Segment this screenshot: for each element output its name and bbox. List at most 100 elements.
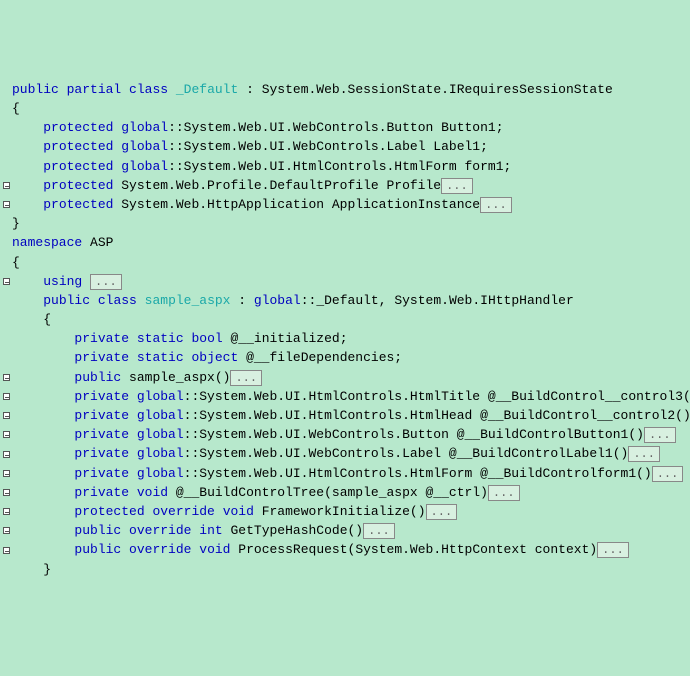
code-line: private static bool @__initialized; [0, 329, 690, 348]
fold-collapse-icon[interactable] [3, 489, 10, 496]
code-text: @__fileDependencies; [238, 350, 402, 365]
code-text [129, 485, 137, 500]
line-content: { [12, 99, 20, 119]
code-text [121, 523, 129, 538]
code-line: public sample_aspx()... [0, 368, 690, 387]
code-line: private global::System.Web.UI.HtmlContro… [0, 387, 690, 406]
code-text [12, 197, 43, 212]
line-content: public class sample_aspx : global::_Defa… [12, 291, 574, 311]
collapsed-region[interactable]: ... [90, 274, 122, 290]
collapsed-region[interactable]: ... [488, 485, 520, 501]
line-content: } [12, 214, 20, 234]
code-line: public class sample_aspx : global::_Defa… [0, 291, 690, 310]
gutter [0, 374, 12, 381]
code-text [12, 523, 74, 538]
keyword: private [74, 389, 129, 404]
code-text: ::System.Web.UI.WebControls.Button @__Bu… [184, 427, 644, 442]
code-text [12, 427, 74, 442]
code-line: using ... [0, 272, 690, 291]
code-line: public override int GetTypeHashCode()... [0, 521, 690, 540]
collapsed-region[interactable]: ... [628, 446, 660, 462]
collapsed-region[interactable]: ... [652, 466, 684, 482]
code-text [82, 274, 90, 289]
code-text: ASP [82, 235, 113, 250]
keyword: public [74, 523, 121, 538]
fold-collapse-icon[interactable] [3, 508, 10, 515]
keyword: using [43, 274, 82, 289]
collapsed-region[interactable]: ... [426, 504, 458, 520]
code-line: protected System.Web.HttpApplication App… [0, 195, 690, 214]
keyword: private [74, 485, 129, 500]
code-line: protected override void FrameworkInitial… [0, 502, 690, 521]
line-content: namespace ASP [12, 233, 113, 253]
code-text: ::System.Web.UI.WebControls.Label @__Bui… [184, 446, 629, 461]
keyword: global [137, 389, 184, 404]
code-text [191, 542, 199, 557]
code-line: namespace ASP [0, 234, 690, 253]
keyword: int [199, 523, 222, 538]
fold-collapse-icon[interactable] [3, 431, 10, 438]
gutter [0, 547, 12, 554]
keyword: public [74, 542, 121, 557]
code-line: public partial class _Default : System.W… [0, 80, 690, 99]
keyword: override [152, 504, 214, 519]
code-text [191, 523, 199, 538]
fold-collapse-icon[interactable] [3, 374, 10, 381]
code-text: sample_aspx() [121, 370, 230, 385]
code-text [129, 350, 137, 365]
line-content: private static bool @__initialized; [12, 329, 348, 349]
fold-collapse-icon[interactable] [3, 182, 10, 189]
fold-collapse-icon[interactable] [3, 470, 10, 477]
gutter [0, 278, 12, 285]
keyword: protected [43, 178, 113, 193]
code-text: ::System.Web.UI.HtmlControls.HtmlHead @_… [184, 408, 690, 423]
line-content: protected System.Web.Profile.DefaultProf… [12, 176, 473, 196]
code-text [129, 446, 137, 461]
collapsed-region[interactable]: ... [441, 178, 473, 194]
keyword: class [129, 82, 168, 97]
keyword: global [121, 120, 168, 135]
line-content: public partial class _Default : System.W… [12, 80, 613, 100]
keyword: static [137, 331, 184, 346]
code-text [12, 350, 74, 365]
gutter [0, 201, 12, 208]
collapsed-region[interactable]: ... [230, 370, 262, 386]
code-text [59, 82, 67, 97]
code-text: FrameworkInitialize() [254, 504, 426, 519]
line-content: protected global::System.Web.UI.WebContr… [12, 118, 504, 138]
gutter [0, 527, 12, 534]
keyword: protected [74, 504, 144, 519]
code-line: { [0, 310, 690, 329]
code-text: ProcessRequest(System.Web.HttpContext co… [231, 542, 598, 557]
code-text: : System.Web.SessionState.IRequiresSessi… [238, 82, 612, 97]
fold-collapse-icon[interactable] [3, 393, 10, 400]
keyword: global [137, 446, 184, 461]
fold-collapse-icon[interactable] [3, 412, 10, 419]
fold-collapse-icon[interactable] [3, 451, 10, 458]
code-text [12, 485, 74, 500]
line-content: private global::System.Web.UI.HtmlContro… [12, 406, 690, 426]
collapsed-region[interactable]: ... [644, 427, 676, 443]
collapsed-region[interactable]: ... [480, 197, 512, 213]
collapsed-region[interactable]: ... [597, 542, 629, 558]
keyword: void [223, 504, 254, 519]
code-editor: public partial class _Default : System.W… [0, 80, 690, 579]
collapsed-region[interactable]: ... [363, 523, 395, 539]
fold-collapse-icon[interactable] [3, 547, 10, 554]
code-text [168, 82, 176, 97]
fold-collapse-icon[interactable] [3, 201, 10, 208]
code-text [12, 331, 74, 346]
fold-collapse-icon[interactable] [3, 527, 10, 534]
keyword: partial [67, 82, 122, 97]
keyword: protected [43, 197, 113, 212]
fold-collapse-icon[interactable] [3, 278, 10, 285]
code-text [12, 159, 43, 174]
code-text: @__BuildControlTree(sample_aspx @__ctrl) [168, 485, 488, 500]
keyword: class [98, 293, 137, 308]
line-content: private global::System.Web.UI.HtmlContro… [12, 464, 683, 484]
keyword: bool [191, 331, 222, 346]
code-text [129, 331, 137, 346]
code-text: ::System.Web.UI.HtmlControls.HtmlForm fo… [168, 159, 511, 174]
code-text: System.Web.HttpApplication ApplicationIn… [113, 197, 480, 212]
code-text [129, 466, 137, 481]
